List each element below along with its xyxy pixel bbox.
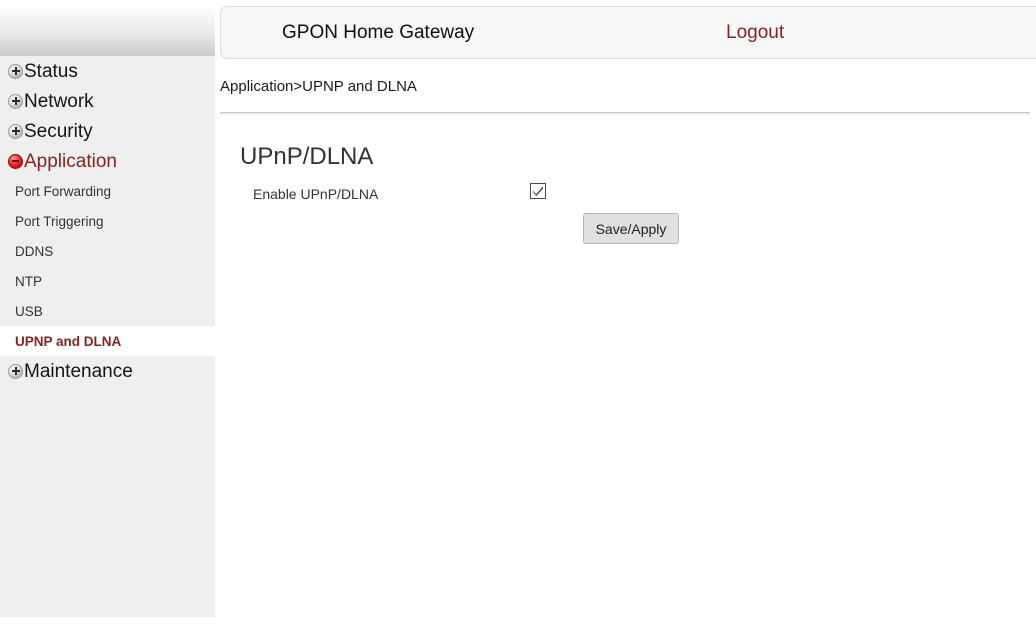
sidebar-subitem-label: UPNP and DLNA xyxy=(15,333,122,349)
breadcrumb-divider xyxy=(220,112,1030,115)
sidebar-subitem-label: Port Forwarding xyxy=(15,183,112,199)
plus-icon[interactable] xyxy=(8,63,23,79)
sidebar: Status Network Security Application Port… xyxy=(0,0,215,617)
sidebar-item-label: Security xyxy=(24,120,93,142)
enable-upnp-checkbox[interactable] xyxy=(530,183,546,199)
sidebar-subitem-ddns[interactable]: DDNS xyxy=(0,236,215,266)
sidebar-subitem-label: Port Triggering xyxy=(15,213,104,229)
sidebar-item-label: Status xyxy=(24,60,78,82)
sidebar-item-label: Application xyxy=(24,150,117,172)
sidebar-item-security[interactable]: Security xyxy=(0,116,215,146)
sidebar-subitem-usb[interactable]: USB xyxy=(0,296,215,326)
plus-icon[interactable] xyxy=(8,363,23,379)
breadcrumb: Application>UPNP and DLNA xyxy=(220,78,417,95)
sidebar-subitem-port-forwarding[interactable]: Port Forwarding xyxy=(0,176,215,206)
logout-link[interactable]: Logout xyxy=(726,22,784,44)
sidebar-subitem-label: USB xyxy=(15,303,43,319)
plus-icon[interactable] xyxy=(8,123,23,139)
sidebar-subitem-ntp[interactable]: NTP xyxy=(0,266,215,296)
section-title: UPnP/DLNA xyxy=(240,143,374,170)
sidebar-subitem-label: NTP xyxy=(15,273,42,289)
sidebar-item-label: Network xyxy=(24,90,94,112)
sidebar-item-status[interactable]: Status xyxy=(0,56,215,86)
header-panel: GPON Home Gateway Logout xyxy=(220,6,1036,59)
sidebar-item-maintenance[interactable]: Maintenance xyxy=(0,356,215,386)
main-content: UPnP/DLNA Enable UPnP/DLNA Save/Apply xyxy=(215,120,1036,635)
checkmark-icon xyxy=(533,186,543,196)
sidebar-logo-area xyxy=(0,0,215,56)
sidebar-subitem-upnp-and-dlna[interactable]: UPNP and DLNA xyxy=(0,326,215,356)
sidebar-subitem-label: DDNS xyxy=(15,243,54,259)
sidebar-item-application[interactable]: Application xyxy=(0,146,215,176)
page-title: GPON Home Gateway xyxy=(282,22,475,43)
sidebar-item-network[interactable]: Network xyxy=(0,86,215,116)
minus-icon[interactable] xyxy=(8,153,23,169)
sidebar-nav: Status Network Security Application Port… xyxy=(0,56,215,386)
enable-upnp-row: Enable UPnP/DLNA xyxy=(253,183,573,205)
save-apply-button[interactable]: Save/Apply xyxy=(583,213,679,244)
plus-icon[interactable] xyxy=(8,93,23,109)
enable-upnp-label: Enable UPnP/DLNA xyxy=(253,186,379,202)
sidebar-item-label: Maintenance xyxy=(24,360,133,382)
sidebar-subitem-port-triggering[interactable]: Port Triggering xyxy=(0,206,215,236)
